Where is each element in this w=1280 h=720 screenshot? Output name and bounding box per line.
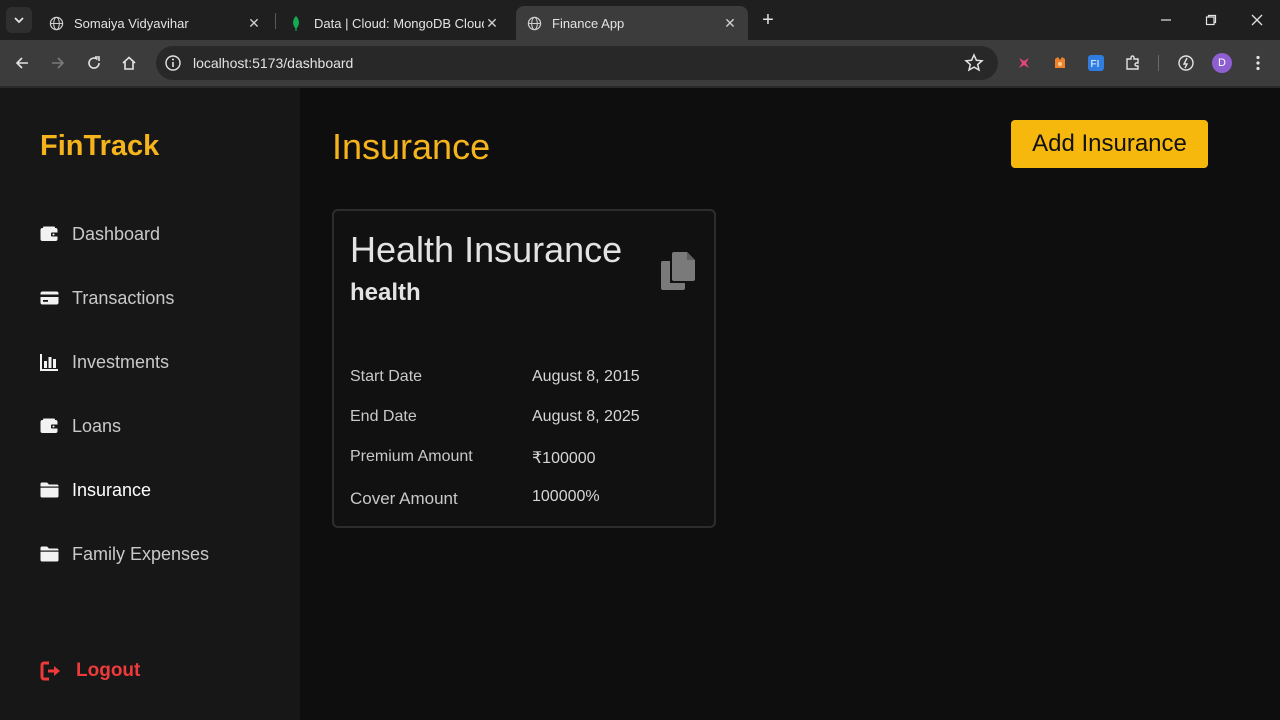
tab-search-button[interactable] <box>6 7 32 33</box>
main-content: Insurance Add Insurance Health Insurance… <box>300 88 1280 720</box>
minimize-icon <box>1161 19 1171 21</box>
browser-toolbar: localhost:5173/dashboard FI D <box>0 40 1280 86</box>
sidebar-item-family-expenses[interactable]: Family Expenses <box>40 539 209 569</box>
kebab-menu-icon[interactable] <box>1248 53 1268 73</box>
minimize-button[interactable] <box>1143 0 1189 40</box>
tab-divider <box>275 13 276 29</box>
browser-tab-strip: Somaiya Vidyavihar ✕ Data | Cloud: Mongo… <box>0 0 1280 40</box>
sidebar-item-insurance[interactable]: Insurance <box>40 475 151 505</box>
url-text[interactable]: localhost:5173/dashboard <box>193 55 353 71</box>
bar-chart-icon <box>40 352 60 372</box>
extension-fox-icon[interactable] <box>1050 53 1070 73</box>
folder-icon <box>40 544 60 564</box>
cover-amount-label: Cover Amount <box>350 489 458 508</box>
insurance-type: health <box>350 279 421 306</box>
premium-amount-value: ₹100000 <box>532 450 596 467</box>
cover-amount-value: 100000% <box>532 488 600 505</box>
close-tab-icon[interactable]: ✕ <box>722 15 738 31</box>
start-date-value: August 8, 2015 <box>532 368 640 385</box>
sidebar: FinTrack Dashboard Transactions Investme… <box>0 88 300 720</box>
sidebar-item-loans[interactable]: Loans <box>40 411 121 441</box>
extension-fi-icon[interactable]: FI <box>1086 53 1106 73</box>
wallet-icon <box>40 224 60 244</box>
browser-tab-mongodb[interactable]: Data | Cloud: MongoDB Cloud ✕ <box>278 6 510 40</box>
chevron-down-icon <box>14 17 24 24</box>
address-bar[interactable]: localhost:5173/dashboard <box>156 46 998 80</box>
globe-icon <box>526 15 542 31</box>
sidebar-item-label: Investments <box>72 351 170 372</box>
insurance-card: Health Insurance health Start Date Augus… <box>332 209 716 528</box>
logout-button[interactable]: Logout <box>40 658 140 684</box>
reload-button[interactable] <box>82 51 106 75</box>
forward-button[interactable] <box>46 51 70 75</box>
logout-label: Logout <box>76 660 141 681</box>
arrow-right-icon <box>52 57 65 69</box>
close-window-button[interactable] <box>1234 0 1280 40</box>
sidebar-item-label: Transactions <box>72 287 175 308</box>
extension-puzzle-pink-icon[interactable] <box>1014 53 1034 73</box>
globe-icon <box>48 15 64 31</box>
sidebar-item-transactions[interactable]: Transactions <box>40 283 174 313</box>
close-tab-icon[interactable]: ✕ <box>246 15 262 31</box>
sidebar-item-dashboard[interactable]: Dashboard <box>40 219 160 249</box>
insurance-title: Health Insurance <box>350 229 623 270</box>
site-info-icon[interactable] <box>164 54 182 72</box>
add-insurance-button[interactable]: Add Insurance <box>1011 120 1208 168</box>
page-title: Insurance <box>332 126 491 167</box>
start-date-label: Start Date <box>350 368 423 385</box>
restore-button[interactable] <box>1188 0 1234 40</box>
home-icon <box>122 56 136 70</box>
home-button[interactable] <box>117 51 141 75</box>
wallet-icon <box>40 416 60 436</box>
end-date-value: August 8, 2025 <box>532 408 640 425</box>
toolbar-divider <box>1158 55 1159 71</box>
new-tab-button[interactable]: + <box>756 8 780 32</box>
sidebar-item-investments[interactable]: Investments <box>40 347 169 377</box>
logout-icon <box>40 661 60 681</box>
browser-tab-finance-app[interactable]: Finance App ✕ <box>516 6 748 40</box>
back-button[interactable] <box>10 51 34 75</box>
profile-avatar[interactable]: D <box>1212 53 1232 73</box>
folder-icon <box>40 480 60 500</box>
tab-title: Data | Cloud: MongoDB Cloud <box>314 15 484 31</box>
copy-icon[interactable] <box>660 251 696 291</box>
end-date-label: End Date <box>350 408 417 425</box>
close-icon <box>1251 14 1263 26</box>
tab-title: Finance App <box>552 15 625 31</box>
tab-title: Somaiya Vidyavihar <box>74 15 189 31</box>
credit-card-icon <box>40 288 60 308</box>
restore-icon <box>1205 14 1217 26</box>
arrow-left-icon <box>15 57 28 69</box>
sidebar-item-label: Family Expenses <box>72 543 210 564</box>
leaf-icon <box>288 15 304 31</box>
sidebar-item-label: Loans <box>72 415 122 436</box>
sidebar-item-label: Insurance <box>72 479 152 500</box>
svg-text:FI: FI <box>1091 59 1100 70</box>
plus-icon: + <box>762 8 774 31</box>
premium-amount-label: Premium Amount <box>350 448 473 465</box>
extensions-icon[interactable] <box>1123 53 1143 73</box>
performance-icon[interactable] <box>1176 53 1196 73</box>
brand-logo[interactable]: FinTrack <box>40 130 159 163</box>
sidebar-item-label: Dashboard <box>72 223 161 244</box>
browser-tab-somaiya[interactable]: Somaiya Vidyavihar ✕ <box>38 6 272 40</box>
reload-icon <box>88 56 100 69</box>
star-icon[interactable] <box>964 53 984 73</box>
close-tab-icon[interactable]: ✕ <box>484 15 500 31</box>
